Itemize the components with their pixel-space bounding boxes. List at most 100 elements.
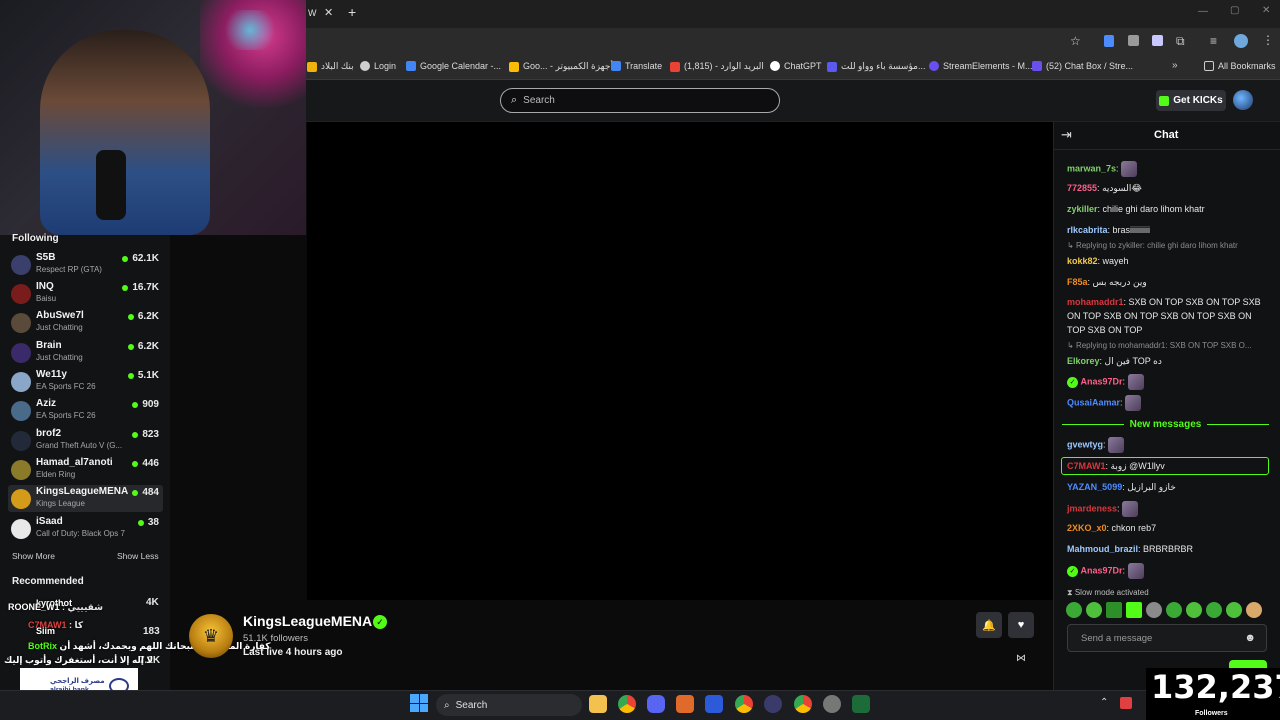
extension-icon[interactable] — [1104, 35, 1114, 47]
chat-username[interactable]: 2XKO_x0 — [1067, 523, 1107, 533]
chrome-icon[interactable] — [735, 695, 753, 713]
chat-username[interactable]: marwan_7s — [1067, 163, 1116, 173]
chat-username[interactable]: zykiller — [1067, 204, 1098, 214]
emote-icon[interactable] — [1126, 602, 1142, 618]
tab-title[interactable]: W — [308, 8, 317, 18]
chrome-icon[interactable] — [618, 695, 636, 713]
chat-username[interactable]: Elkorey — [1067, 356, 1100, 366]
video-player[interactable] — [307, 122, 1053, 600]
chat-username[interactable]: QusaiAamar — [1067, 397, 1120, 407]
file-explorer-icon[interactable] — [589, 695, 607, 713]
chat-username[interactable]: kokk82 — [1067, 256, 1098, 266]
show-less-link[interactable]: Show Less — [117, 551, 159, 561]
channel-category: Just Chatting — [36, 323, 83, 332]
menu-list-icon[interactable]: ≡ — [1210, 34, 1217, 48]
chat-username[interactable]: rlkcabrita — [1067, 225, 1108, 235]
avatar[interactable] — [1233, 90, 1253, 110]
drive-icon — [509, 61, 519, 72]
emote-icon[interactable] — [1186, 602, 1202, 618]
minimize-icon[interactable]: — — [1198, 6, 1208, 17]
sidebar-item-s5b[interactable]: S5B Respect RP (GTA) 62.1K — [8, 251, 163, 278]
sidebar-item-inq[interactable]: INQ Baisu 16.7K — [8, 280, 163, 307]
extension-icon[interactable] — [1128, 35, 1139, 46]
bookmark-item[interactable]: مؤسسة باء وواو للت... — [827, 61, 925, 72]
chevron-up-icon[interactable]: ⌃ — [1100, 697, 1108, 708]
emote-icon[interactable] — [1206, 602, 1222, 618]
profile-icon[interactable] — [1234, 34, 1248, 48]
bookmark-item[interactable]: Login — [360, 61, 396, 71]
chat-message: ✓ Anas97Dr: — [1067, 374, 1272, 390]
chrome-icon[interactable] — [794, 695, 812, 713]
emote-icon[interactable] — [1066, 602, 1082, 618]
sidebar-item-we11y[interactable]: We11y EA Sports FC 26 5.1K — [8, 368, 163, 395]
bookmark-item[interactable]: ChatGPT — [770, 61, 822, 71]
sidebar-item-hamad_al7anoti[interactable]: Hamad_al7anoti Elden Ring 446 — [8, 456, 163, 483]
reply-context[interactable]: ↳ Replying to zykiller: chilie ghi daro … — [1067, 241, 1272, 250]
star-icon[interactable]: ☆ — [1070, 34, 1081, 48]
bookmark-item[interactable]: (52) Chat Box / Stre... — [1032, 61, 1133, 71]
chat-username[interactable]: YAZAN_5099 — [1067, 482, 1122, 492]
follow-button[interactable]: ♥ — [1008, 612, 1034, 638]
emote-icon[interactable] — [1086, 602, 1102, 618]
share-icon[interactable]: ⋈ — [1016, 653, 1026, 664]
chat-username[interactable]: gvewtyg — [1067, 439, 1103, 449]
app-icon[interactable] — [764, 695, 782, 713]
sidebar-item-brain[interactable]: Brain Just Chatting 6.2K — [8, 339, 163, 366]
new-tab-icon[interactable]: + — [348, 4, 356, 20]
excel-icon[interactable] — [852, 695, 870, 713]
avatar[interactable]: ♛ — [189, 614, 233, 658]
show-more-link[interactable]: Show More — [12, 551, 55, 561]
bookmark-item[interactable]: Translate — [611, 61, 662, 71]
notification-bell-button[interactable]: 🔔 — [976, 612, 1002, 638]
app-icon[interactable] — [705, 695, 723, 713]
sidebar-item-abuswe7l[interactable]: AbuSwe7l Just Chatting 6.2K — [8, 309, 163, 336]
chat-username[interactable]: jmardeness — [1067, 503, 1117, 513]
calendar-icon — [406, 61, 416, 71]
bookmark-item[interactable]: StreamElements - M... — [929, 61, 1033, 71]
chat-username[interactable]: mohamaddr1 — [1067, 297, 1124, 307]
chat-username[interactable]: Anas97Dr — [1081, 376, 1123, 386]
tray-icon[interactable] — [1120, 697, 1132, 709]
windows-start-icon[interactable] — [410, 694, 428, 712]
emoji-icon[interactable]: ☻ — [1244, 632, 1256, 644]
sidebar-item-kingsleaguemena[interactable]: KingsLeagueMENA Kings League 484 — [8, 485, 163, 512]
chevron-right-icon[interactable]: » — [1172, 60, 1178, 71]
taskbar-search[interactable]: ⌕ Search — [436, 694, 582, 716]
chat-username[interactable]: 772855 — [1067, 183, 1097, 193]
discord-icon[interactable] — [647, 695, 665, 713]
new-messages-divider[interactable]: New messages — [1062, 418, 1269, 430]
chat-username[interactable]: Anas97Dr — [1081, 565, 1123, 575]
collapse-chat-icon[interactable]: ⇥ — [1061, 127, 1072, 143]
get-kicks-button[interactable]: Get KICKs — [1156, 90, 1226, 111]
chat-username[interactable]: Mahmoud_brazil — [1067, 544, 1138, 554]
emote-icon[interactable] — [1166, 602, 1182, 618]
settings-icon[interactable] — [823, 695, 841, 713]
sidebar-item-brof2[interactable]: brof2 Grand Theft Auto V (G... 823 — [8, 427, 163, 454]
search-input[interactable]: ⌕ Search — [500, 88, 780, 113]
kebab-menu-icon[interactable]: ⋮ — [1262, 33, 1274, 47]
emote-icon[interactable] — [1226, 602, 1242, 618]
emote-icon[interactable] — [1106, 602, 1122, 618]
sidebar-item-aziz[interactable]: Aziz EA Sports FC 26 909 — [8, 397, 163, 424]
reply-context[interactable]: ↳ Replying to mohamaddr1: SXB ON TOP SXB… — [1067, 341, 1272, 350]
bookmark-item[interactable]: (1,815) - البريد الوارد — [670, 61, 764, 72]
heart-icon: ♥ — [1017, 619, 1025, 631]
tab-close-icon[interactable]: ✕ — [324, 6, 333, 19]
chat-username[interactable]: F85a — [1067, 277, 1088, 287]
app-icon[interactable] — [676, 695, 694, 713]
extension-icon[interactable] — [1152, 35, 1163, 46]
send-message-input[interactable]: Send a message ☻ — [1067, 624, 1267, 652]
follower-counter-value: 132,237 — [1151, 668, 1280, 706]
window-close-icon[interactable]: ✕ — [1262, 5, 1270, 16]
streamer-name[interactable]: KingsLeagueMENA — [243, 613, 372, 629]
restore-icon[interactable]: ▢ — [1230, 5, 1239, 16]
emote-icon[interactable] — [1246, 602, 1262, 618]
sidebar-item-isaad[interactable]: iSaad Call of Duty: Black Ops 7 38 — [8, 515, 163, 542]
bookmark-item[interactable]: Google Calendar -... — [406, 61, 501, 71]
chat-message: kokk82: wayeh — [1067, 256, 1129, 266]
emote-icon[interactable] — [1146, 602, 1162, 618]
puzzle-icon[interactable]: ⧉ — [1176, 34, 1185, 49]
bookmark-item[interactable]: بنك البلاد — [307, 61, 354, 72]
all-bookmarks[interactable]: All Bookmarks — [1204, 61, 1276, 71]
bookmark-item[interactable]: Goo... - أجهزة الكمبيوتر — [509, 61, 613, 72]
